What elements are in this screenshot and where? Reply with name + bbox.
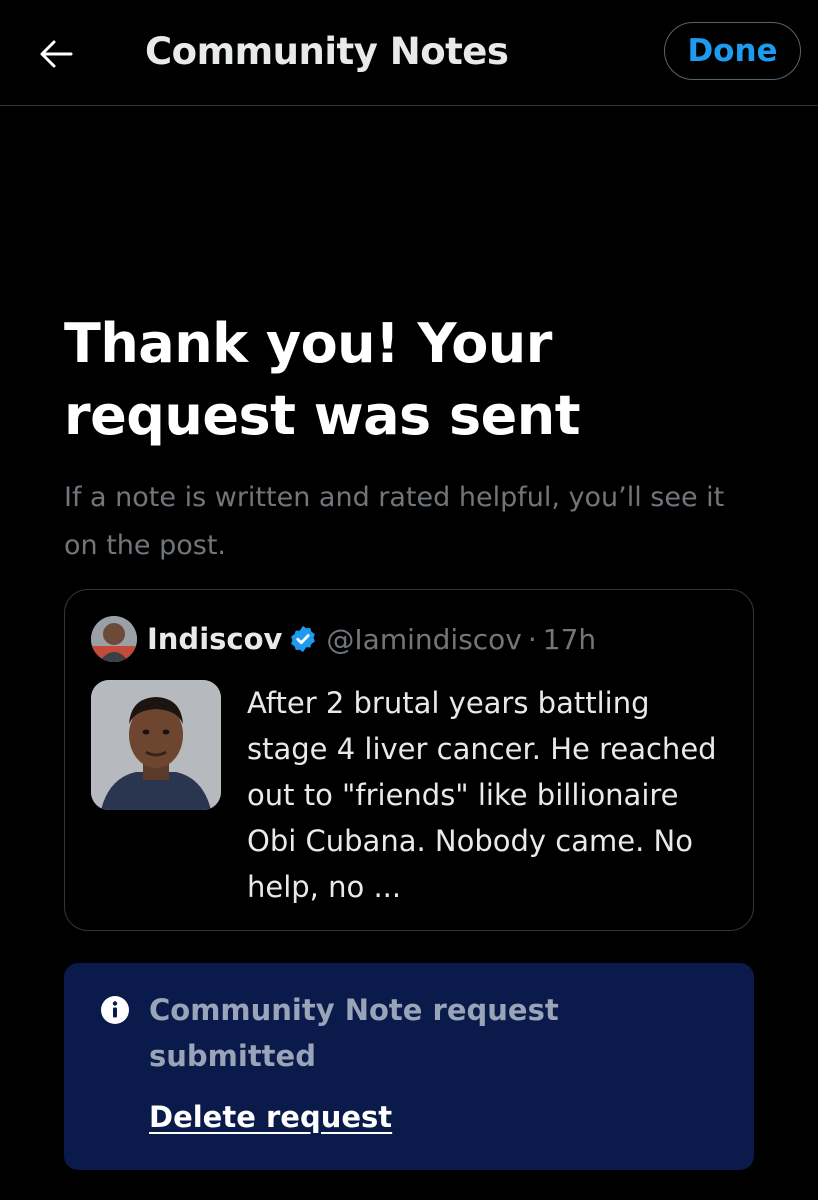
- post-author-row: Indiscov @Iamindiscov · 17h: [147, 618, 596, 660]
- top-bar: Community Notes Done: [0, 0, 818, 106]
- info-icon: [101, 996, 129, 1024]
- done-button[interactable]: Done: [664, 22, 801, 80]
- author-handle: @Iamindiscov: [326, 622, 522, 656]
- confirmation-subtext: If a note is written and rated helpful, …: [64, 482, 725, 561]
- page-title: Community Notes: [145, 30, 509, 73]
- meta-separator: ·: [527, 622, 537, 656]
- back-button[interactable]: [36, 34, 76, 74]
- author-avatar: [91, 616, 137, 662]
- post-time: 17h: [542, 622, 597, 656]
- author-name: Indiscov: [147, 622, 283, 656]
- note-request-status-box: Community Note request submitted Delete …: [64, 963, 754, 1170]
- post-media-thumbnail[interactable]: [91, 680, 221, 810]
- quoted-post-card[interactable]: Indiscov @Iamindiscov · 17h After 2 brut…: [64, 589, 754, 931]
- verified-badge-icon: [288, 624, 318, 654]
- arrow-left-icon: [40, 40, 73, 68]
- delete-request-link[interactable]: Delete request: [149, 1100, 392, 1134]
- post-text: After 2 brutal years battling stage 4 li…: [247, 686, 717, 904]
- note-request-status: Community Note request submitted: [149, 993, 559, 1073]
- confirmation-headline: Thank you! Your request was sent: [64, 312, 581, 447]
